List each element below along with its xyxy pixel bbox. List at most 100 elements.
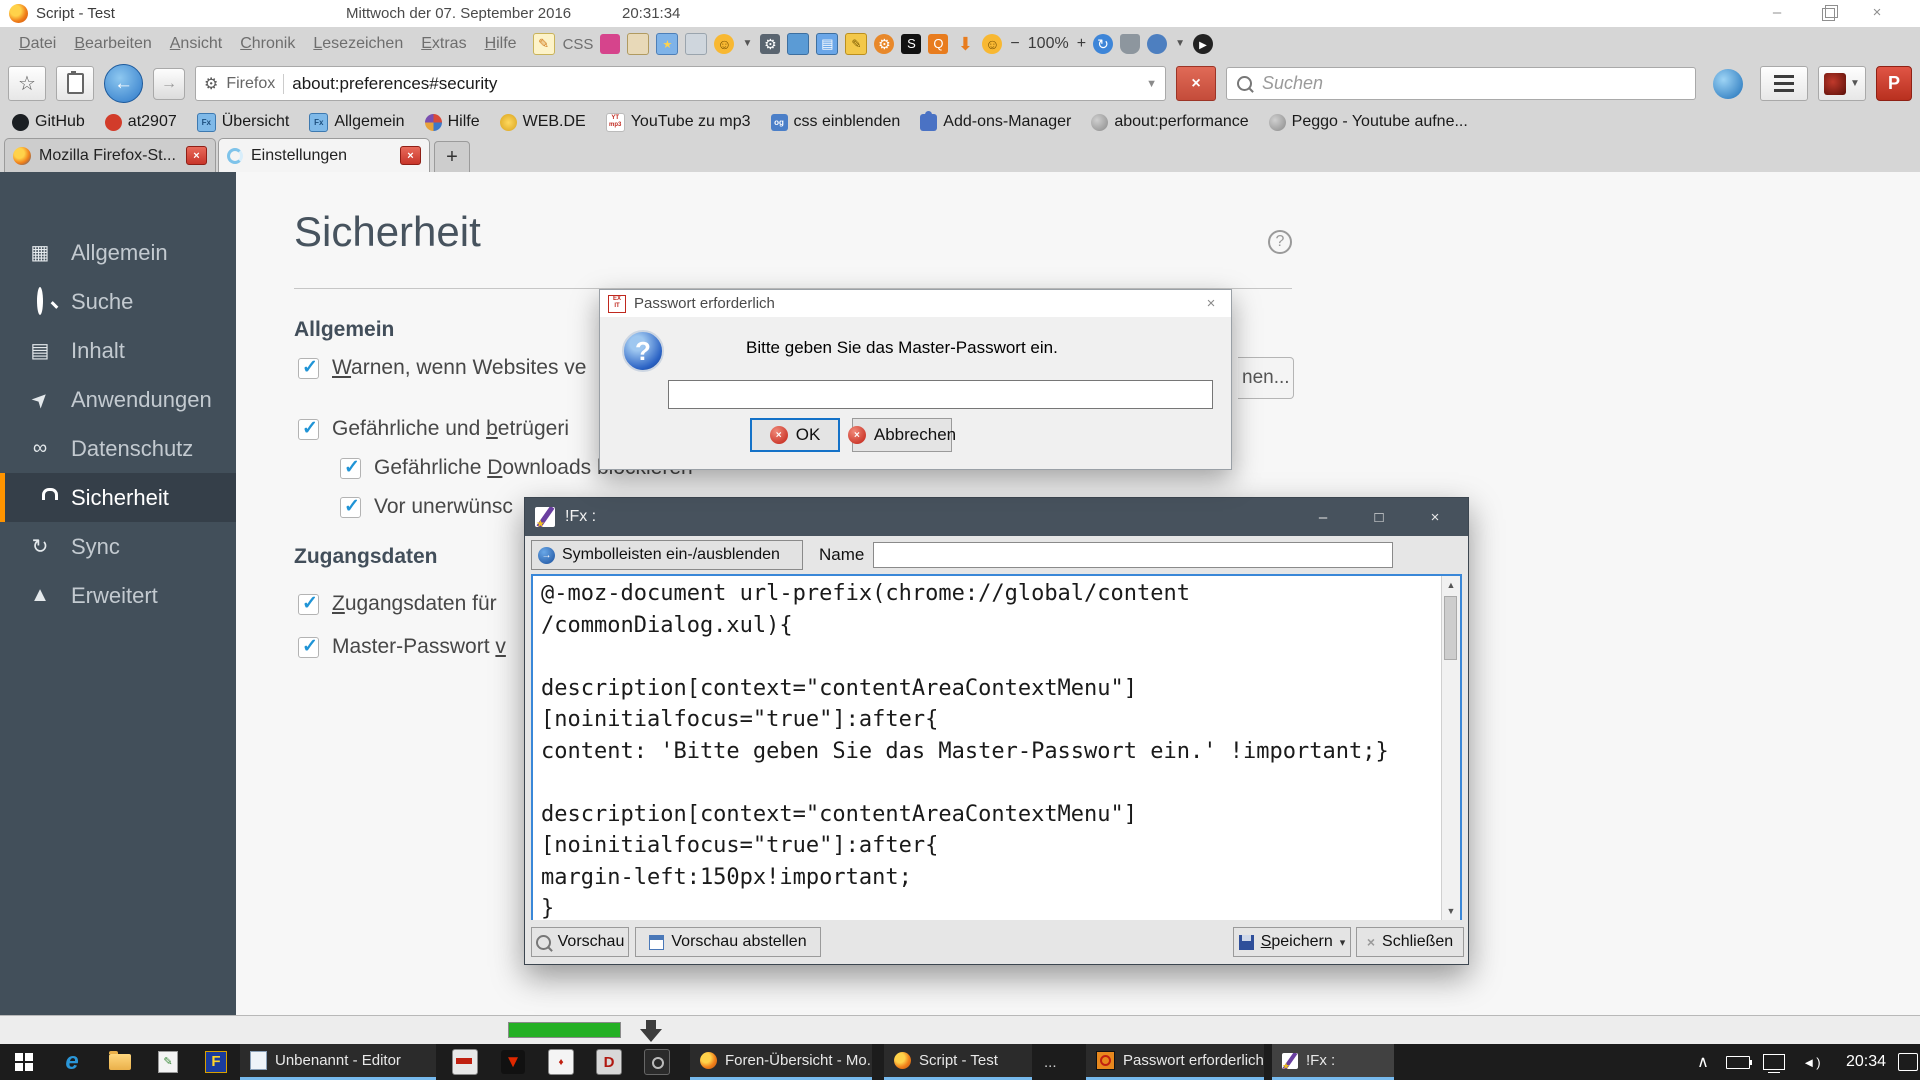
css-toggle-link[interactable]: CSS: [563, 36, 594, 53]
notes-taskbar-icon[interactable]: ♦: [537, 1044, 585, 1080]
css-code[interactable]: @-moz-document url-prefix(chrome://globa…: [541, 578, 1432, 922]
smiley-icon[interactable]: [714, 34, 734, 54]
restore-button[interactable]: [1822, 8, 1835, 21]
bookmark-github[interactable]: GitHub: [12, 113, 85, 131]
bookmark-hilfe[interactable]: Hilfe: [425, 113, 480, 131]
scroll-down-icon[interactable]: ▼: [1442, 902, 1460, 920]
menu-hamburger-button[interactable]: [1760, 66, 1808, 101]
search-input[interactable]: [1260, 72, 1685, 95]
play-icon[interactable]: [1193, 34, 1213, 54]
sidebar-item-allgemein[interactable]: ▦Allgemein: [0, 228, 236, 277]
p-addon-button[interactable]: P: [1876, 66, 1912, 101]
scrollbar-thumb[interactable]: [1444, 596, 1457, 660]
bookmark-webde[interactable]: WEB.DE: [500, 113, 586, 131]
back-button[interactable]: ←: [104, 64, 143, 103]
checkbox[interactable]: [298, 358, 319, 379]
printer-taskbar-icon[interactable]: [441, 1044, 489, 1080]
taskbar-button-forum[interactable]: Foren-Übersicht - Mo...: [690, 1044, 872, 1080]
save-dropdown-caret[interactable]: ▾: [1340, 936, 1346, 949]
url-dropdown-icon[interactable]: ▼: [1146, 78, 1157, 90]
sidebar-item-sicherheit[interactable]: Sicherheit: [0, 473, 236, 522]
menu-chronik[interactable]: Chronik: [231, 35, 304, 53]
bookmark-allgemein[interactable]: FxAllgemein: [309, 113, 404, 132]
freecommander-taskbar-icon[interactable]: F: [192, 1044, 240, 1080]
sidebar-item-erweitert[interactable]: ▲Erweitert: [0, 571, 236, 620]
s-badge-icon[interactable]: S: [901, 34, 921, 54]
edit-folder-icon[interactable]: [845, 33, 867, 55]
speaker-icon[interactable]: ◄): [1794, 1044, 1830, 1080]
menu-bearbeiten[interactable]: Bearbeiten: [65, 35, 160, 53]
help-icon[interactable]: ?: [1268, 230, 1292, 254]
thunderbird-button[interactable]: [1706, 66, 1750, 102]
zoom-out-button[interactable]: −: [1010, 35, 1019, 53]
flask-icon[interactable]: [685, 33, 707, 55]
bookmark-star-button[interactable]: ☆: [8, 66, 46, 101]
gear-icon[interactable]: [760, 34, 780, 54]
zoom-in-button[interactable]: +: [1077, 35, 1086, 53]
bookmark-about-performance[interactable]: about:performance: [1091, 113, 1248, 131]
menu-ansicht[interactable]: Ansicht: [161, 35, 231, 53]
tab-close-icon[interactable]: ×: [400, 146, 421, 165]
bookmark-peggo[interactable]: Peggo - Youtube aufne...: [1269, 113, 1468, 131]
new-tab-button[interactable]: +: [434, 141, 470, 174]
tab-close-icon[interactable]: ×: [186, 146, 207, 165]
save-button[interactable]: Speichern ▾: [1233, 927, 1351, 957]
style-name-input[interactable]: [873, 542, 1393, 568]
download-arrow-icon[interactable]: [640, 1029, 662, 1042]
menu-lesezeichen[interactable]: Lesezeichen: [304, 35, 412, 53]
sidebar-item-inhalt[interactable]: ▤Inhalt: [0, 326, 236, 375]
minimize-button[interactable]: –: [1762, 4, 1792, 21]
bookmark-youtube-mp3[interactable]: YT mp3YouTube zu mp3: [606, 113, 751, 132]
tools-icon[interactable]: [1147, 34, 1167, 54]
scroll-up-icon[interactable]: ▲: [1442, 576, 1460, 594]
checkbox[interactable]: [340, 458, 361, 479]
taskbar-button-fx-editor[interactable]: !Fx :: [1272, 1044, 1394, 1080]
tiles-icon[interactable]: [816, 33, 838, 55]
url-text[interactable]: about:preferences#security: [292, 74, 1138, 94]
action-center-icon[interactable]: [1898, 1044, 1920, 1080]
tab-mozilla-firefox-start[interactable]: Mozilla Firefox-St... ×: [4, 138, 216, 172]
taskbar-button-script-test[interactable]: Script - Test: [884, 1044, 1032, 1080]
url-bar[interactable]: ⚙ Firefox about:preferences#security ▼: [195, 66, 1166, 101]
dialog-close-icon[interactable]: ×: [1199, 295, 1223, 312]
smiley-icon-2[interactable]: [982, 34, 1002, 54]
dialog-titlebar[interactable]: EXIT Passwort erforderlich ×: [600, 290, 1231, 317]
taskbar-overflow[interactable]: ...: [1044, 1044, 1057, 1080]
chevron-down-icon[interactable]: ▼: [741, 34, 753, 54]
checkbox[interactable]: [298, 637, 319, 658]
close-editor-button[interactable]: × Schließen: [1356, 927, 1464, 957]
start-button[interactable]: [0, 1044, 48, 1080]
search-box[interactable]: [1226, 67, 1696, 100]
notes-icon[interactable]: [533, 33, 555, 55]
close-button[interactable]: ×: [1862, 4, 1892, 21]
checkbox[interactable]: [298, 594, 319, 615]
sidebar-item-anwendungen[interactable]: ➤Anwendungen: [0, 375, 236, 424]
bookmark-uebersicht[interactable]: FxÜbersicht: [197, 113, 290, 132]
tab-einstellungen[interactable]: Einstellungen ×: [218, 138, 430, 172]
url-clear-button[interactable]: ×: [1176, 66, 1216, 101]
editor-maximize-button[interactable]: □: [1356, 509, 1402, 526]
preview-button[interactable]: Vorschau: [531, 927, 629, 957]
bookmark-window-icon[interactable]: [656, 33, 678, 55]
stylish-icon[interactable]: [600, 34, 620, 54]
editor-minimize-button[interactable]: –: [1300, 509, 1346, 526]
menu-extras[interactable]: Extras: [412, 35, 475, 53]
shield-icon[interactable]: [1120, 34, 1140, 54]
q-badge-icon[interactable]: Q: [928, 34, 948, 54]
editor-titlebar[interactable]: !Fx : – □ ×: [525, 498, 1468, 536]
exceptions-button-fragment[interactable]: nen...: [1238, 357, 1294, 399]
master-password-input[interactable]: [668, 380, 1213, 409]
bookmark-at2907[interactable]: at2907: [105, 113, 177, 131]
file-explorer-taskbar-icon[interactable]: [96, 1044, 144, 1080]
page-identity-icon[interactable]: ⚙: [204, 74, 218, 94]
taskbar-button-editor[interactable]: Unbenannt - Editor: [240, 1044, 436, 1080]
editor-close-button[interactable]: ×: [1412, 509, 1458, 526]
downloader-taskbar-icon[interactable]: ▼: [489, 1044, 537, 1080]
sidebar-item-sync[interactable]: ↻Sync: [0, 522, 236, 571]
d-app-taskbar-icon[interactable]: D: [585, 1044, 633, 1080]
folder-icon[interactable]: [787, 33, 809, 55]
notepad-plus-taskbar-icon[interactable]: ✎: [144, 1044, 192, 1080]
menu-hilfe[interactable]: Hilfe: [476, 35, 526, 53]
refresh-icon[interactable]: [1093, 34, 1113, 54]
css-code-area[interactable]: @-moz-document url-prefix(chrome://globa…: [531, 574, 1462, 922]
